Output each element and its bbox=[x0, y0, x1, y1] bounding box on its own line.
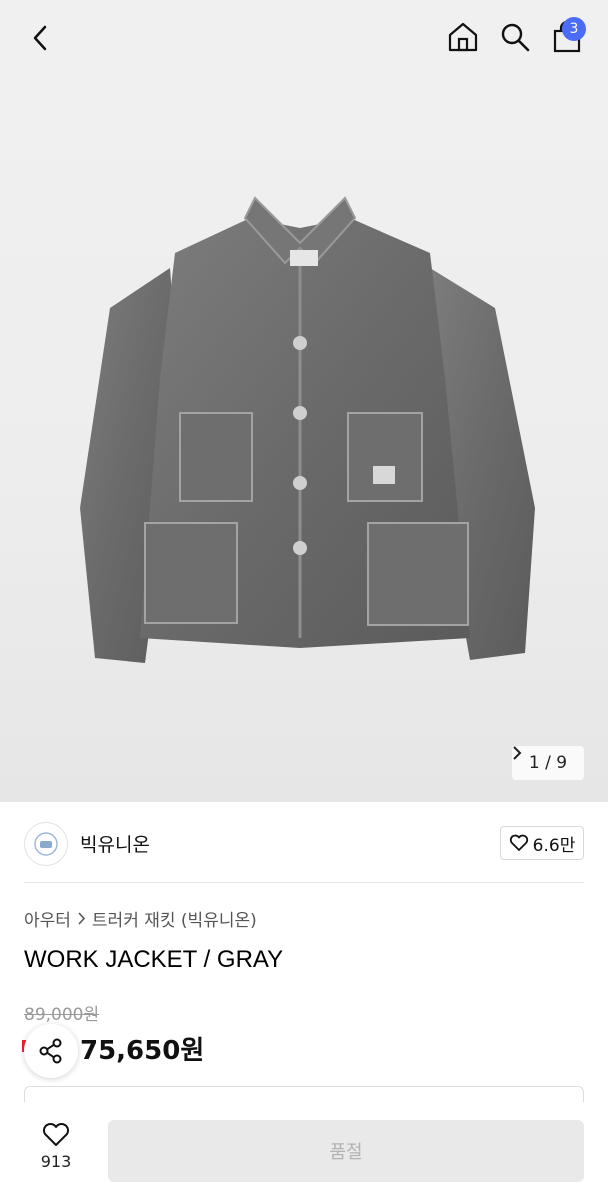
cart-count-badge: 3 bbox=[562, 17, 586, 41]
home-icon bbox=[448, 22, 478, 52]
product-image bbox=[80, 196, 535, 663]
breadcrumb-item[interactable]: 아우터 bbox=[24, 906, 71, 931]
search-icon bbox=[501, 23, 530, 52]
breadcrumb-item[interactable]: 트러커 재킷 (빅유니온) bbox=[92, 906, 257, 931]
heart-icon bbox=[509, 834, 528, 851]
bottom-action-bar: 913 품절 bbox=[0, 1102, 608, 1200]
brand-like-button[interactable]: 6.6만 bbox=[500, 826, 584, 860]
original-price: 89,000원 bbox=[24, 1005, 100, 1025]
brand-like-count: 6.6만 bbox=[532, 835, 576, 856]
image-counter[interactable]: 1 / 9 bbox=[512, 746, 584, 780]
divider bbox=[24, 882, 584, 883]
heart-icon bbox=[42, 1122, 70, 1146]
search-button[interactable] bbox=[496, 18, 534, 56]
product-image-gallery[interactable]: 1 / 9 bbox=[0, 78, 608, 802]
share-icon bbox=[39, 1038, 62, 1064]
brand-logo[interactable] bbox=[24, 822, 68, 866]
brand-row: 빅유니온 6.6만 bbox=[0, 802, 608, 884]
brand-logo-icon bbox=[34, 832, 58, 856]
wishlist-count: 913 bbox=[40, 1152, 72, 1171]
chevron-right-icon bbox=[78, 912, 86, 925]
product-title: WORK JACKET / GRAY bbox=[24, 946, 284, 973]
sold-out-button[interactable]: 품절 bbox=[108, 1120, 584, 1182]
chevron-left-icon bbox=[33, 25, 47, 51]
wishlist-button[interactable]: 913 bbox=[28, 1122, 84, 1182]
top-bar: 3 bbox=[0, 0, 608, 78]
back-button[interactable] bbox=[22, 20, 58, 56]
chevron-right-icon bbox=[513, 746, 522, 760]
breadcrumb: 아우터 트러커 재킷 (빅유니온) bbox=[24, 906, 257, 931]
sale-price: 75,650원 bbox=[80, 1036, 205, 1066]
home-button[interactable] bbox=[444, 18, 482, 56]
brand-name[interactable]: 빅유니온 bbox=[80, 830, 150, 857]
share-button[interactable] bbox=[24, 1024, 78, 1078]
image-counter-text: 1 / 9 bbox=[528, 753, 568, 773]
